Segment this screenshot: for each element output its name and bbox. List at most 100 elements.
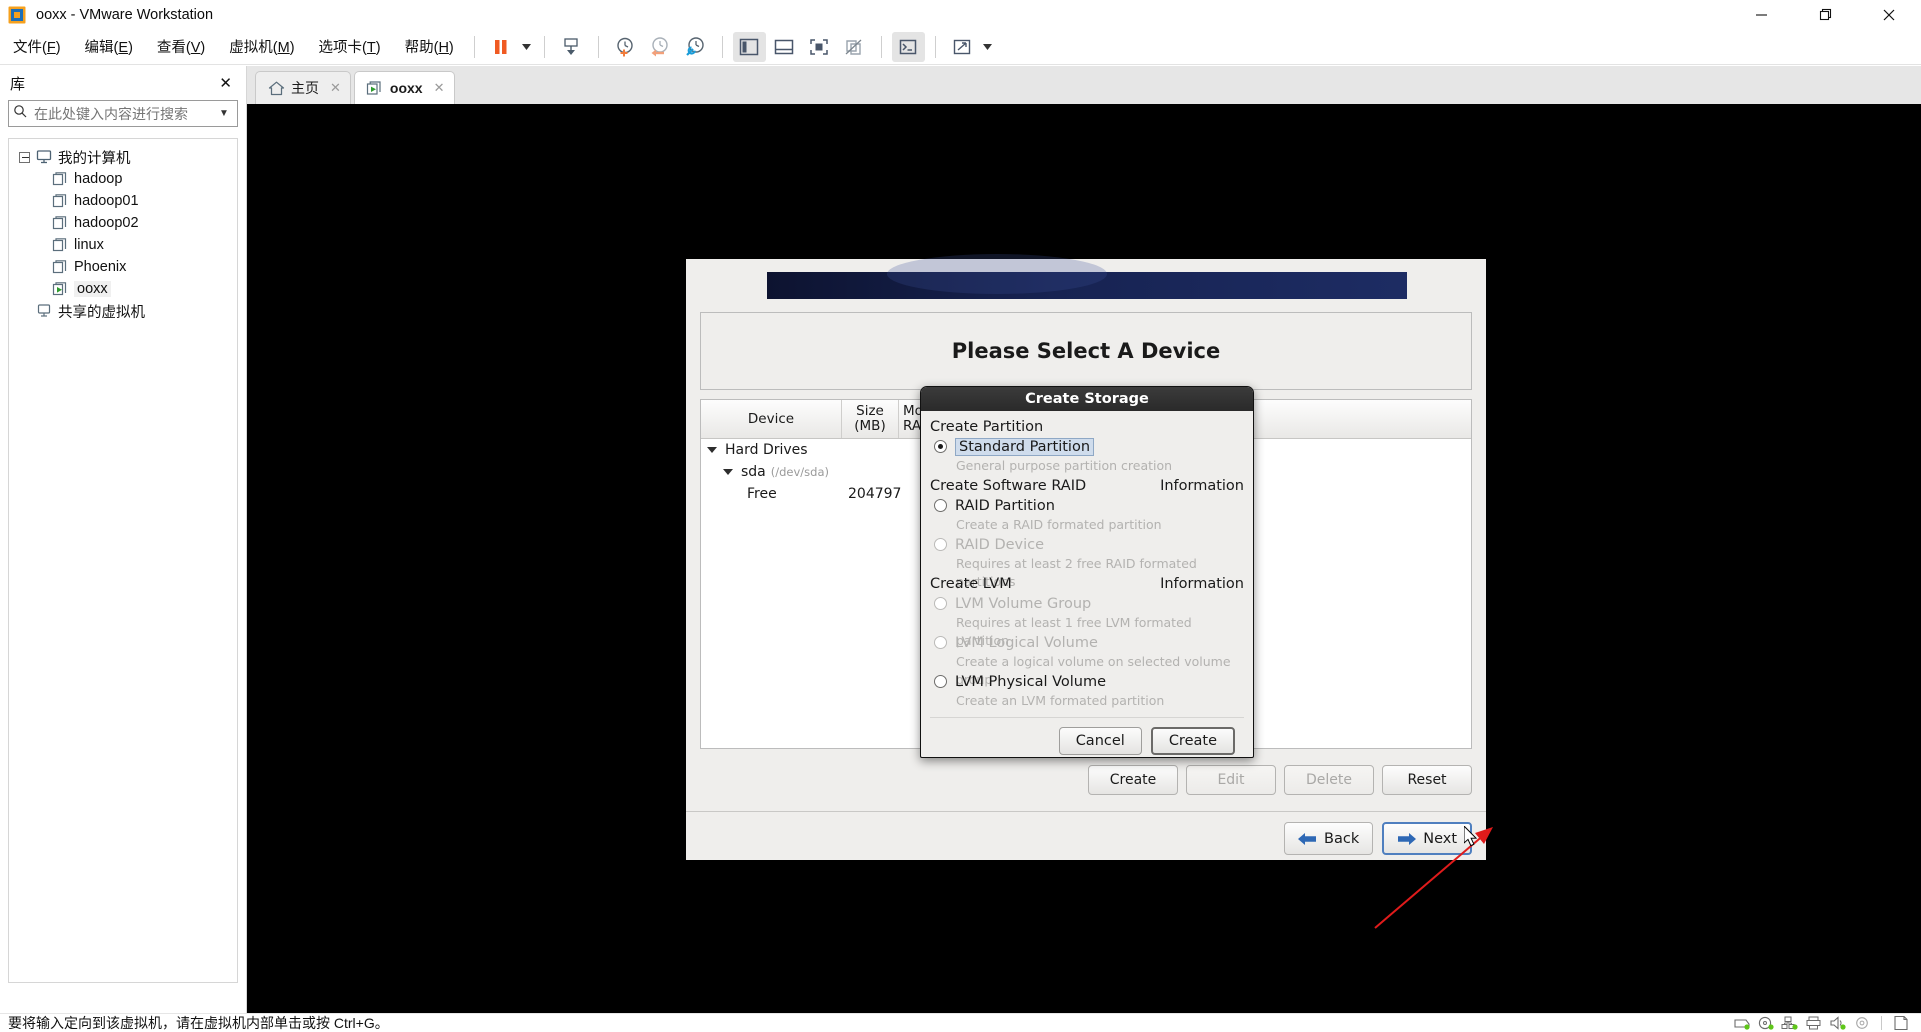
installer-action-buttons: Create Edit Delete Reset xyxy=(700,759,1472,801)
cancel-button[interactable]: Cancel xyxy=(1058,727,1142,755)
tree-item-label: linux xyxy=(74,237,104,253)
installer-navigation: Back Next xyxy=(1284,822,1472,855)
close-button[interactable] xyxy=(1857,0,1921,29)
vm-console-screen[interactable]: Please Select A Device Device Size (MB) … xyxy=(247,104,1921,1013)
restore-button[interactable] xyxy=(1793,0,1857,29)
search-input[interactable] xyxy=(28,105,215,122)
radio-icon xyxy=(934,636,947,649)
cd-dvd-icon[interactable] xyxy=(1756,1015,1776,1031)
menu-vm-text: 虚拟机( xyxy=(229,40,278,56)
pause-icon[interactable] xyxy=(485,32,518,62)
option-label: LVM Volume Group xyxy=(955,595,1092,612)
window-title: ooxx - VMware Workstation xyxy=(36,6,214,23)
toolbar-separator-3 xyxy=(597,35,599,58)
toolbar-separator-1 xyxy=(473,35,475,58)
snapshot-take-icon[interactable] xyxy=(609,32,642,62)
radio-icon[interactable] xyxy=(934,440,947,453)
library-panel: 库 ✕ ▼ xyxy=(0,66,247,1013)
tree-item-my-computer[interactable]: 我的计算机 xyxy=(9,146,237,168)
menu-view-mnemonic: V xyxy=(190,40,201,56)
tree-item-shared-vms[interactable]: 共享的虚拟机 xyxy=(9,300,237,322)
dialog-body: Create Partition Standard Partition Gene… xyxy=(921,411,1253,755)
create-button[interactable]: Create xyxy=(1150,727,1235,755)
option-lvm-logical-volume: LVM Logical Volume xyxy=(930,632,1244,653)
stretch-guest-icon[interactable] xyxy=(946,32,979,62)
column-header-size[interactable]: Size (MB) xyxy=(842,400,899,438)
search-dropdown-caret-icon[interactable]: ▼ xyxy=(215,108,233,119)
menu-help-text: 帮助( xyxy=(404,40,439,56)
stretch-dropdown-caret-icon[interactable] xyxy=(980,32,996,62)
library-title: 库 xyxy=(10,75,26,93)
sound-icon[interactable] xyxy=(1828,1015,1848,1031)
status-device-icons xyxy=(1732,1015,1921,1031)
tree-item-hadoop01[interactable]: hadoop01 xyxy=(9,190,237,212)
tree-item-phoenix[interactable]: Phoenix xyxy=(9,256,237,278)
section-label: Create Software RAID xyxy=(930,478,1087,494)
next-button[interactable]: Next xyxy=(1382,822,1472,855)
option-raid-partition[interactable]: RAID Partition xyxy=(930,495,1244,516)
tree-item-ooxx[interactable]: ooxx xyxy=(9,278,237,300)
expander-triangle-icon[interactable] xyxy=(723,466,735,478)
option-standard-partition[interactable]: Standard Partition xyxy=(930,436,1244,457)
section-info-raid[interactable]: Information xyxy=(1160,478,1244,494)
enter-fullscreen-icon[interactable] xyxy=(803,32,836,62)
vmware-logo-icon xyxy=(8,6,26,24)
library-search-box[interactable]: ▼ xyxy=(8,100,238,127)
option-raid-device: RAID Device xyxy=(930,534,1244,555)
radio-icon[interactable] xyxy=(934,675,947,688)
menu-tabs-mnemonic: T xyxy=(366,40,376,56)
menu-edit-tail: ) xyxy=(128,40,133,56)
section-info-lvm[interactable]: Information xyxy=(1160,576,1244,592)
usb-icon[interactable] xyxy=(1852,1015,1872,1031)
send-ctrl-alt-del-icon[interactable] xyxy=(555,32,588,62)
tree-item-hadoop02[interactable]: hadoop02 xyxy=(9,212,237,234)
network-icon[interactable] xyxy=(1780,1015,1800,1031)
create-button[interactable]: Create xyxy=(1088,765,1178,795)
menu-vm[interactable]: 虚拟机(M) xyxy=(218,32,305,61)
option-lvm-physical-volume[interactable]: LVM Physical Volume xyxy=(930,671,1244,692)
menu-view[interactable]: 查看(V) xyxy=(146,32,216,61)
printer-icon[interactable] xyxy=(1804,1015,1824,1031)
console-icon[interactable] xyxy=(891,31,925,62)
tree-item-hadoop[interactable]: hadoop xyxy=(9,168,237,190)
message-log-icon[interactable] xyxy=(1891,1015,1911,1031)
tab-close-icon[interactable]: ✕ xyxy=(434,80,445,96)
show-library-icon[interactable] xyxy=(732,31,766,62)
row-device-cell: sda (/dev/sda) xyxy=(723,464,864,480)
mouse-cursor xyxy=(1464,826,1478,847)
menu-tabs[interactable]: 选项卡(T) xyxy=(308,32,392,61)
back-button[interactable]: Back xyxy=(1284,822,1374,855)
menu-vm-mnemonic: M xyxy=(277,40,290,56)
radio-icon[interactable] xyxy=(934,499,947,512)
row-device-name: Hard Drives xyxy=(725,442,808,458)
arrow-right-icon xyxy=(1397,832,1417,846)
menu-file[interactable]: 文件(F) xyxy=(2,32,72,61)
column-header-device[interactable]: Device xyxy=(701,400,842,438)
expander-triangle-icon[interactable] xyxy=(707,444,719,456)
hard-disk-icon[interactable] xyxy=(1732,1015,1752,1031)
library-close-icon[interactable]: ✕ xyxy=(213,72,238,94)
menu-edit[interactable]: 编辑(E) xyxy=(74,32,144,61)
row-device-name: sda xyxy=(741,464,766,480)
column-header-size-line1: Size xyxy=(856,403,884,419)
reset-button[interactable]: Reset xyxy=(1382,765,1472,795)
tree-item-linux[interactable]: linux xyxy=(9,234,237,256)
snapshot-revert-icon[interactable] xyxy=(644,32,677,62)
row-device-name: Free xyxy=(747,486,777,502)
tab-home[interactable]: 主页 ✕ xyxy=(255,71,351,104)
pause-dropdown-caret-icon[interactable] xyxy=(519,32,535,62)
menu-vm-tail: ) xyxy=(289,40,295,56)
arrow-left-icon xyxy=(1298,832,1317,846)
menu-file-text: 文件( xyxy=(13,40,47,56)
option-label: RAID Device xyxy=(955,536,1045,553)
tree-item-label: hadoop02 xyxy=(74,215,139,231)
tab-ooxx[interactable]: ooxx ✕ xyxy=(353,71,455,104)
unity-mode-icon[interactable] xyxy=(838,32,871,62)
tab-close-icon[interactable]: ✕ xyxy=(330,80,341,96)
show-thumbnail-bar-icon[interactable] xyxy=(768,32,801,62)
snapshot-manager-icon[interactable] xyxy=(679,32,712,62)
menu-help[interactable]: 帮助(H) xyxy=(394,32,465,61)
minimize-button[interactable] xyxy=(1729,0,1793,29)
expander-icon[interactable] xyxy=(17,150,31,164)
library-header: 库 ✕ xyxy=(0,66,246,100)
